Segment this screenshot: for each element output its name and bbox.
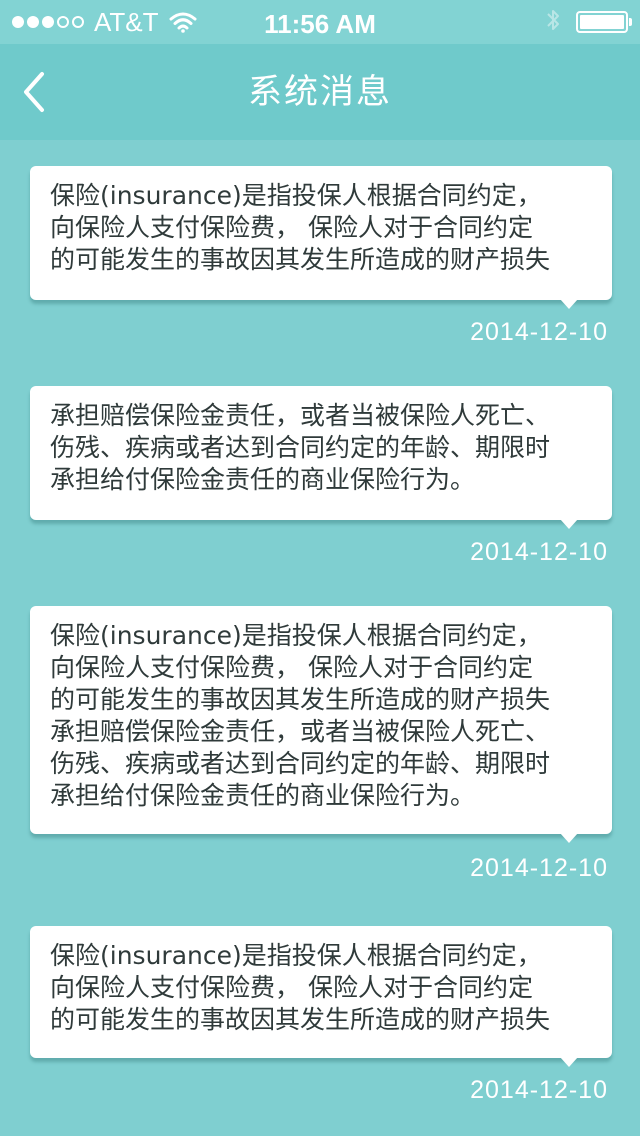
message-text-line: 承担赔偿保险金责任，或者当被保险人死亡、: [50, 717, 551, 746]
bluetooth-icon: [546, 8, 560, 36]
message-bubble: 承担赔偿保险金责任，或者当被保险人死亡、 伤残、疾病或者达到合同约定的年龄、期限…: [30, 386, 612, 529]
nav-bar: 系统消息: [0, 44, 640, 140]
message-text-line: 承担给付保险金责任的商业保险行为。: [50, 465, 476, 494]
message-text-line: 承担赔偿保险金责任，或者当被保险人死亡、: [50, 401, 551, 430]
message-text-line: 伤残、疾病或者达到合同约定的年龄、期限时: [50, 433, 551, 462]
page-title: 系统消息: [248, 72, 392, 112]
message-text-line: 的可能发生的事故因其发生所造成的财产损失: [50, 685, 551, 714]
message-text-line: 向保险人支付保险费， 保险人对于合同约定: [50, 653, 533, 682]
status-right: [546, 0, 632, 44]
message-text-line: 向保险人支付保险费， 保险人对于合同约定: [50, 973, 533, 1002]
message-date: 2014-12-10: [470, 854, 608, 882]
status-bar: AT&T 11:56 AM: [0, 0, 640, 44]
message-text-line: 向保险人支付保险费， 保险人对于合同约定: [50, 213, 533, 242]
message-date: 2014-12-10: [470, 318, 608, 346]
message-item[interactable]: 保险(insurance)是指投保人根据合同约定， 向保险人支付保险费， 保险人…: [30, 926, 612, 1104]
message-text-line: 保险(insurance)是指投保人根据合同约定，: [50, 181, 542, 210]
battery-fill: [580, 15, 624, 29]
message-text-line: 承担给付保险金责任的商业保险行为。: [50, 781, 476, 810]
message-date: 2014-12-10: [470, 538, 608, 566]
message-text-line: 保险(insurance)是指投保人根据合同约定，: [50, 621, 542, 650]
message-item[interactable]: 承担赔偿保险金责任，或者当被保险人死亡、 伤残、疾病或者达到合同约定的年龄、期限…: [30, 386, 612, 566]
battery-icon: [576, 11, 632, 33]
message-bubble: 保险(insurance)是指投保人根据合同约定， 向保险人支付保险费， 保险人…: [30, 926, 612, 1067]
message-bubble: 保险(insurance)是指投保人根据合同约定， 向保险人支付保险费， 保险人…: [30, 166, 612, 309]
message-bubble: 保险(insurance)是指投保人根据合同约定， 向保险人支付保险费， 保险人…: [30, 606, 612, 843]
status-time: 11:56 AM: [264, 9, 376, 39]
message-text-line: 的可能发生的事故因其发生所造成的财产损失: [50, 245, 551, 274]
message-item[interactable]: 保险(insurance)是指投保人根据合同约定， 向保险人支付保险费， 保险人…: [30, 166, 612, 346]
message-text-line: 的可能发生的事故因其发生所造成的财产损失: [50, 1005, 551, 1034]
message-item[interactable]: 保险(insurance)是指投保人根据合同约定， 向保险人支付保险费， 保险人…: [30, 606, 612, 882]
message-text-line: 保险(insurance)是指投保人根据合同约定，: [50, 941, 542, 970]
message-text-line: 伤残、疾病或者达到合同约定的年龄、期限时: [50, 749, 551, 778]
message-date: 2014-12-10: [470, 1076, 608, 1104]
